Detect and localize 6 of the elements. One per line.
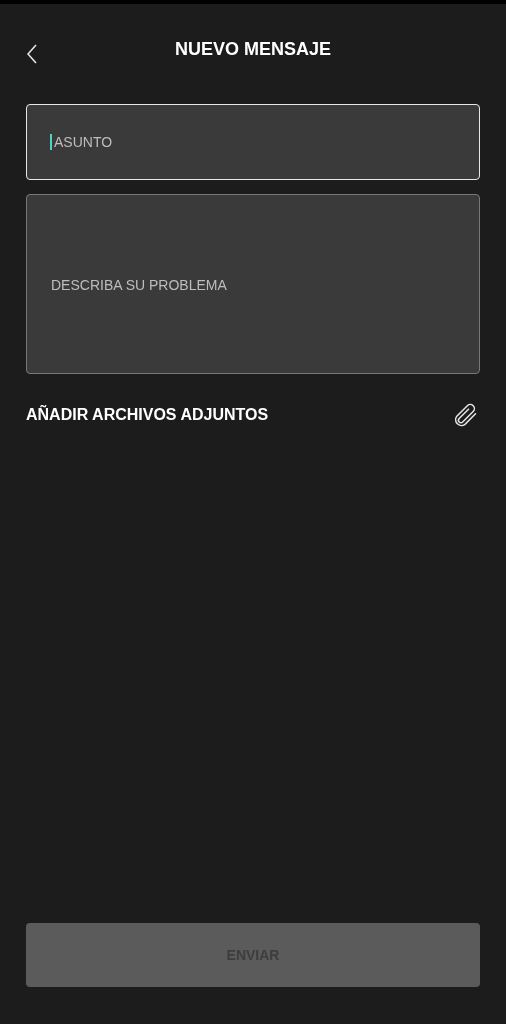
back-icon (27, 44, 37, 64)
subject-field[interactable]: ASUNTO (26, 104, 480, 180)
text-cursor (50, 134, 52, 150)
description-field[interactable]: DESCRIBA SU PROBLEMA (26, 194, 480, 374)
screen-title: NUEVO MENSAJE (174, 37, 331, 61)
attachments-label: AÑADIR ARCHIVOS ADJUNTOS (26, 404, 269, 425)
